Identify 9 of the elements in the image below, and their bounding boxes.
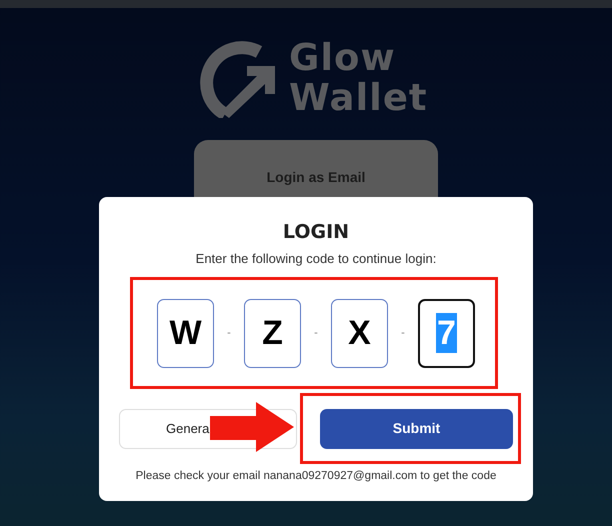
dialog-title: LOGIN bbox=[282, 220, 350, 244]
instruction-text: Enter the following code to continue login: bbox=[194, 250, 438, 268]
separator-dash: - bbox=[227, 326, 231, 341]
hint-text: Please check your email nanana09270927@gmail.com to get the code bbox=[134, 468, 498, 484]
separator-dash: - bbox=[314, 326, 318, 341]
separator-dash: - bbox=[401, 326, 405, 341]
logo-text: Glow bbox=[289, 38, 397, 78]
logo-text: Wallet bbox=[289, 78, 428, 118]
login-option-label: Login as Email bbox=[266, 169, 366, 185]
